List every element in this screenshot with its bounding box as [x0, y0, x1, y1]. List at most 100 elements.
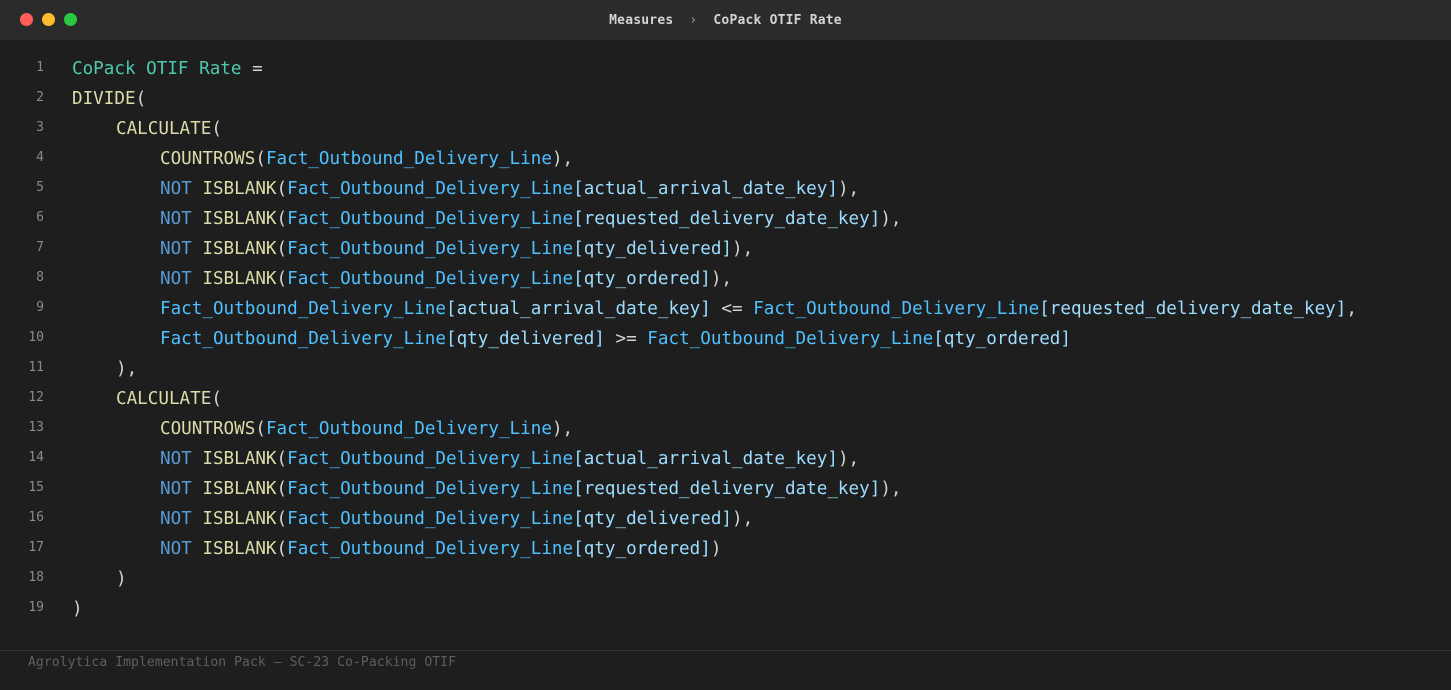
token-kw: NOT — [160, 479, 203, 499]
code-line[interactable]: 11), — [0, 354, 1451, 384]
token-col: [qty_ordered] — [573, 269, 711, 289]
token-punc: ( — [211, 119, 222, 139]
code-line[interactable]: 5 NOT ISBLANK(Fact_Outbound_Delivery_Line… — [0, 174, 1451, 204]
code-text: CALCULATE( — [116, 384, 222, 414]
token-fn: ISBLANK — [202, 509, 277, 529]
code-text: NOT ISBLANK(Fact_Outbound_Delivery_Line[… — [160, 234, 753, 264]
breadcrumb: Measures › CoPack OTIF Rate — [0, 0, 1451, 40]
line-number: 16 — [28, 510, 44, 525]
token-col: [actual_arrival_date_key] — [446, 299, 711, 319]
token-kw: NOT — [160, 509, 203, 529]
token-punc: ( — [276, 269, 288, 289]
line-number: 2 — [36, 90, 44, 105]
token-punc: ( — [276, 509, 288, 529]
token-fn: ISBLANK — [202, 179, 277, 199]
code-line[interactable]: 19) — [0, 594, 1451, 624]
line-number: 3 — [36, 120, 44, 135]
token-table: Fact_Outbound_Delivery_Line — [287, 269, 574, 289]
token-col: [actual_arrival_date_key] — [573, 179, 838, 199]
token-fn: ISBLANK — [202, 239, 277, 259]
token-punc: ( — [255, 419, 266, 439]
token-col: [actual_arrival_date_key] — [573, 449, 838, 469]
code-text: NOT ISBLANK(Fact_Outbound_Delivery_Line[… — [160, 264, 732, 294]
line-number: 5 — [36, 180, 44, 195]
code-text: CoPack OTIF Rate = — [72, 54, 263, 84]
code-line[interactable]: 13 COUNTROWS(Fact_Outbound_Delivery_Line)… — [0, 414, 1451, 444]
token-punc: ( — [276, 239, 288, 259]
token-punc: ), — [710, 269, 733, 289]
token-table: Fact_Outbound_Delivery_Line — [753, 299, 1040, 319]
code-line[interactable]: 2 DIVIDE( — [0, 84, 1451, 114]
token-fn: COUNTROWS — [160, 149, 256, 169]
code-line[interactable]: 1 CoPack OTIF Rate = — [0, 54, 1451, 84]
code-editor[interactable]: 1 CoPack OTIF Rate = 2 DIVIDE(3 CALCULATE(4 C… — [0, 54, 1451, 624]
code-line[interactable]: 6 NOT ISBLANK(Fact_Outbound_Delivery_Line… — [0, 204, 1451, 234]
code-line[interactable]: 10 Fact_Outbound_Delivery_Line[qty_delive… — [0, 324, 1451, 354]
code-line[interactable]: 17 NOT ISBLANK(Fact_Outbound_Delivery_Lin… — [0, 534, 1451, 564]
token-op: <= — [710, 299, 754, 319]
token-fn: ISBLANK — [202, 479, 277, 499]
code-text: NOT ISBLANK(Fact_Outbound_Delivery_Line[… — [160, 504, 753, 534]
token-col: [requested_delivery_date_key] — [573, 209, 881, 229]
code-line[interactable]: 7 NOT ISBLANK(Fact_Outbound_Delivery_Line… — [0, 234, 1451, 264]
token-punc: ), — [837, 179, 860, 199]
code-line[interactable]: 14 NOT ISBLANK(Fact_Outbound_Delivery_Lin… — [0, 444, 1451, 474]
token-punc: ), — [551, 419, 574, 439]
token-op: >= — [604, 329, 648, 349]
editor-window: Measures › CoPack OTIF Rate 1 CoPack OTIF… — [0, 0, 1451, 690]
token-punc: ( — [276, 539, 288, 559]
code-line[interactable]: 12 CALCULATE( — [0, 384, 1451, 414]
line-number: 13 — [28, 420, 44, 435]
token-col: [requested_delivery_date_key] — [573, 479, 881, 499]
token-fn: ISBLANK — [202, 269, 277, 289]
line-number: 8 — [36, 270, 44, 285]
breadcrumb-item-measures[interactable]: Measures — [609, 13, 673, 28]
code-text: NOT ISBLANK(Fact_Outbound_Delivery_Line[… — [160, 444, 859, 474]
code-line[interactable]: 9 Fact_Outbound_Delivery_Line[actual_arri… — [0, 294, 1451, 324]
code-text: Fact_Outbound_Delivery_Line[qty_delivere… — [160, 324, 1071, 354]
code-line[interactable]: 3 CALCULATE( — [0, 114, 1451, 144]
token-col: [qty_delivered] — [446, 329, 605, 349]
code-line[interactable]: 16 NOT ISBLANK(Fact_Outbound_Delivery_Lin… — [0, 504, 1451, 534]
token-col: [qty_delivered] — [573, 239, 733, 259]
code-text: CALCULATE( — [116, 114, 222, 144]
token-table: Fact_Outbound_Delivery_Line — [287, 479, 574, 499]
token-col: [qty_ordered] — [933, 329, 1071, 349]
code-text: ) — [116, 564, 127, 594]
token-fn: ISBLANK — [202, 539, 277, 559]
code-text: COUNTROWS(Fact_Outbound_Delivery_Line), — [160, 414, 573, 444]
line-number: 7 — [36, 240, 44, 255]
token-kw: NOT — [160, 269, 203, 289]
token-table: Fact_Outbound_Delivery_Line — [265, 149, 552, 169]
token-punc: ) — [116, 569, 127, 589]
token-kw: NOT — [160, 539, 203, 559]
token-table: Fact_Outbound_Delivery_Line — [287, 539, 574, 559]
token-kw: NOT — [160, 239, 203, 259]
token-fn: CALCULATE — [116, 119, 212, 139]
token-punc: ( — [255, 149, 266, 169]
line-number: 10 — [28, 330, 44, 345]
token-punc: , — [1346, 299, 1357, 319]
token-punc: ) — [72, 599, 83, 619]
token-col: [qty_ordered] — [573, 539, 711, 559]
token-table: Fact_Outbound_Delivery_Line — [287, 209, 574, 229]
breadcrumb-item-measure[interactable]: CoPack OTIF Rate — [713, 13, 841, 28]
code-line[interactable]: 8 NOT ISBLANK(Fact_Outbound_Delivery_Line… — [0, 264, 1451, 294]
token-punc: ), — [116, 359, 138, 379]
code-line[interactable]: 15 NOT ISBLANK(Fact_Outbound_Delivery_Lin… — [0, 474, 1451, 504]
line-number: 9 — [36, 300, 44, 315]
token-table: Fact_Outbound_Delivery_Line — [160, 299, 446, 319]
code-line[interactable]: 18) — [0, 564, 1451, 594]
footer: Agrolytica Implementation Pack — SC-23 C… — [0, 650, 1451, 690]
line-number: 6 — [36, 210, 44, 225]
code-text: NOT ISBLANK(Fact_Outbound_Delivery_Line[… — [160, 204, 902, 234]
token-kw: NOT — [160, 449, 203, 469]
line-number: 1 — [36, 60, 44, 75]
line-number: 4 — [36, 150, 44, 165]
token-punc: ), — [837, 449, 860, 469]
token-op: = — [241, 59, 263, 79]
code-line[interactable]: 4 COUNTROWS(Fact_Outbound_Delivery_Line), — [0, 144, 1451, 174]
token-fn: ISBLANK — [202, 449, 277, 469]
line-number: 18 — [28, 570, 44, 585]
token-table: Fact_Outbound_Delivery_Line — [287, 239, 574, 259]
